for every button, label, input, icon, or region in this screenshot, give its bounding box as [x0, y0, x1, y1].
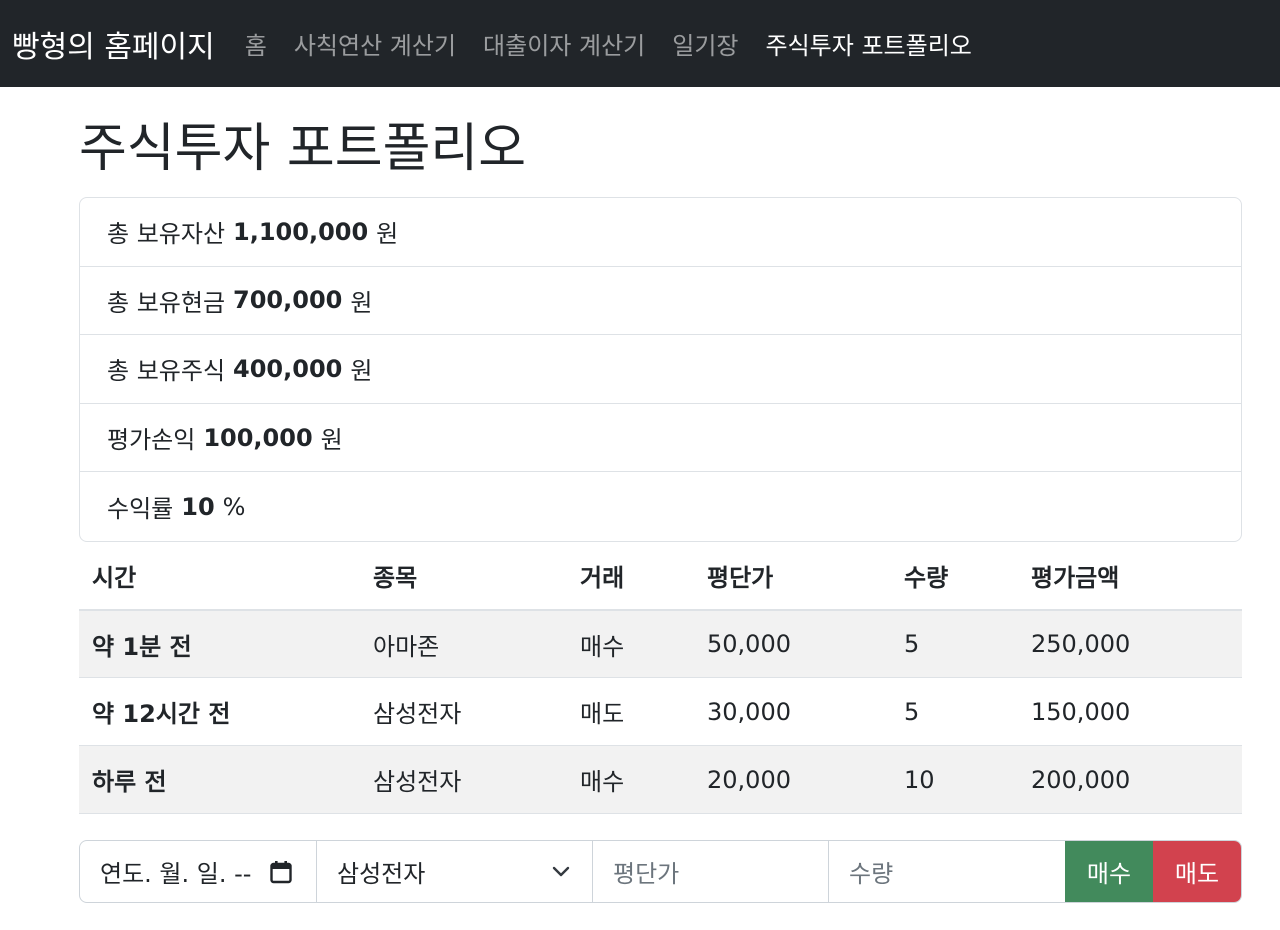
cell-stock: 삼성전자 — [360, 677, 567, 747]
stock-select-value: 삼성전자 — [337, 860, 426, 888]
col-header-avg-price: 평단가 — [694, 541, 891, 611]
summary-label: 평가손익 — [107, 426, 196, 455]
cell-time: 약 12시간 전 — [79, 677, 360, 747]
cell-trade-type: 매수 — [567, 745, 694, 815]
cell-amount: 250,000 — [1018, 609, 1242, 679]
summary-list: 총 보유자산 1,100,000 원 총 보유현금 700,000 원 총 보유… — [79, 197, 1242, 542]
cell-avg-price: 50,000 — [694, 609, 891, 679]
col-header-trade-type: 거래 — [567, 541, 694, 611]
nav-link-home[interactable]: 홈 — [245, 26, 267, 61]
summary-profit-loss: 평가손익 100,000 원 — [80, 404, 1241, 473]
cell-stock: 삼성전자 — [360, 745, 567, 815]
cell-quantity: 10 — [891, 745, 1018, 815]
col-header-time: 시간 — [79, 541, 360, 611]
summary-value: 700,000 — [233, 286, 343, 315]
nav-link-loan-interest-calculator[interactable]: 대출이자 계산기 — [483, 26, 645, 61]
transactions-table: 시간 종목 거래 평단가 수량 평가금액 약 1분 전 아마존 매수 50,00… — [79, 541, 1242, 815]
avg-price-input[interactable]: 평단가 — [593, 841, 829, 902]
summary-unit: % — [222, 492, 246, 521]
cell-stock: 아마존 — [360, 609, 567, 679]
page-title: 주식투자 포트폴리오 — [79, 119, 527, 179]
summary-label: 총 보유현금 — [107, 288, 226, 317]
col-header-stock: 종목 — [360, 541, 567, 611]
cell-quantity: 5 — [891, 609, 1018, 679]
cell-avg-price: 20,000 — [694, 745, 891, 815]
col-header-quantity: 수량 — [891, 541, 1018, 611]
brand-link[interactable]: 빵형의 홈페이지 — [12, 22, 215, 66]
chevron-down-icon — [552, 866, 570, 878]
summary-total-cash: 총 보유현금 700,000 원 — [80, 267, 1241, 336]
summary-value: 1,100,000 — [233, 217, 369, 246]
nav-link-stock-portfolio[interactable]: 주식투자 포트폴리오 — [766, 26, 972, 61]
nav-link-arithmetic-calculator[interactable]: 사칙연산 계산기 — [294, 26, 456, 61]
table-header-row: 시간 종목 거래 평단가 수량 평가금액 — [79, 541, 1242, 611]
navbar: 빵형의 홈페이지 홈 사칙연산 계산기 대출이자 계산기 일기장 주식투자 포트… — [0, 0, 1280, 87]
summary-unit: 원 — [350, 288, 373, 317]
quantity-input[interactable]: 수량 — [829, 841, 1065, 902]
nav-link-diary[interactable]: 일기장 — [672, 26, 738, 61]
summary-value: 10 — [181, 492, 215, 521]
buy-button[interactable]: 매수 — [1065, 841, 1153, 902]
cell-quantity: 5 — [891, 677, 1018, 747]
summary-label: 총 보유자산 — [107, 220, 226, 249]
date-input-placeholder: 연도. 월. 일. -- — [100, 860, 252, 888]
summary-unit: 원 — [320, 426, 343, 455]
cell-time: 약 1분 전 — [79, 609, 360, 679]
summary-return-rate: 수익률 10 % — [80, 472, 1241, 541]
date-input[interactable]: 연도. 월. 일. -- — [80, 841, 317, 902]
cell-avg-price: 30,000 — [694, 677, 891, 747]
cell-time: 하루 전 — [79, 745, 360, 815]
main-container: 주식투자 포트폴리오 총 보유자산 1,100,000 원 총 보유현금 700… — [79, 87, 1242, 903]
calendar-icon[interactable] — [270, 860, 292, 884]
summary-total-assets: 총 보유자산 1,100,000 원 — [80, 198, 1241, 267]
summary-value: 400,000 — [233, 354, 343, 383]
summary-unit: 원 — [376, 220, 399, 249]
stock-select[interactable]: 삼성전자 — [317, 841, 593, 902]
table-row: 약 1분 전 아마존 매수 50,000 5 250,000 — [79, 609, 1242, 679]
summary-total-stocks: 총 보유주식 400,000 원 — [80, 335, 1241, 404]
cell-trade-type: 매수 — [567, 609, 694, 679]
summary-value: 100,000 — [203, 423, 313, 452]
trade-form: 연도. 월. 일. -- 삼성전자 평단가 수량 매수 매도 — [79, 840, 1242, 903]
cell-amount: 200,000 — [1018, 745, 1242, 815]
table-row: 하루 전 삼성전자 매수 20,000 10 200,000 — [79, 745, 1242, 815]
cell-amount: 150,000 — [1018, 677, 1242, 747]
col-header-amount: 평가금액 — [1018, 541, 1242, 611]
summary-label: 수익률 — [107, 495, 174, 524]
table-row: 약 12시간 전 삼성전자 매도 30,000 5 150,000 — [79, 677, 1242, 747]
summary-unit: 원 — [350, 357, 373, 386]
sell-button[interactable]: 매도 — [1153, 841, 1241, 902]
summary-label: 총 보유주식 — [107, 357, 226, 386]
cell-trade-type: 매도 — [567, 677, 694, 747]
